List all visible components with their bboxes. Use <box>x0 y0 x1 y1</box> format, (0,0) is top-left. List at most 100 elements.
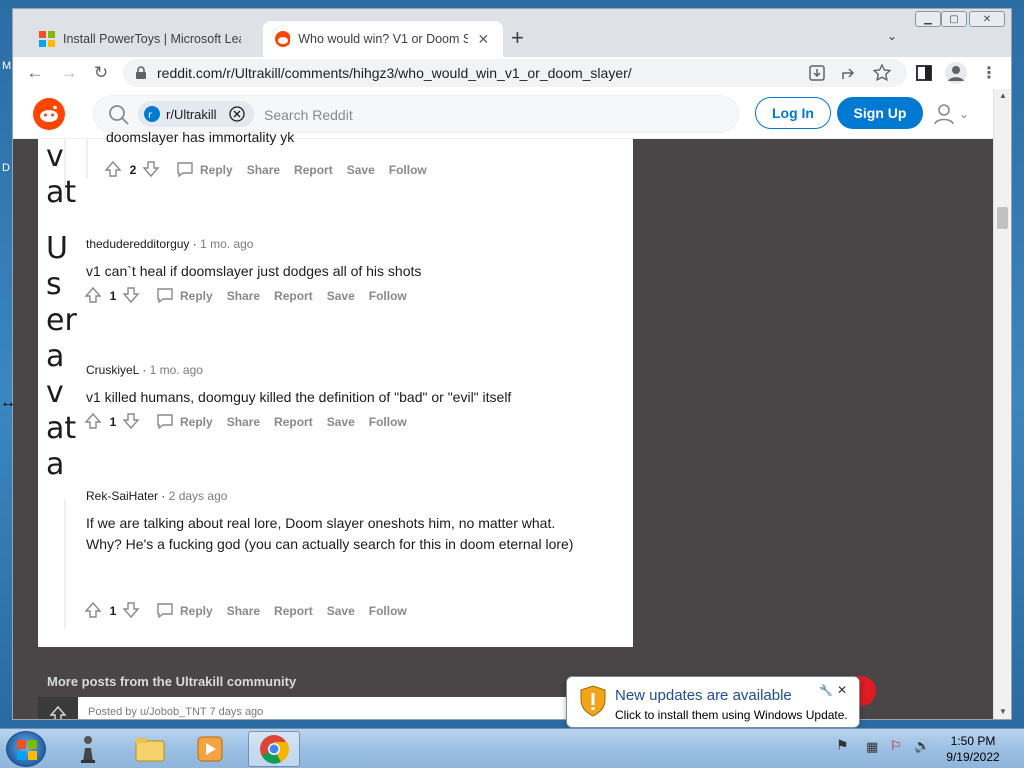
share-button[interactable]: Share <box>247 163 280 177</box>
report-button[interactable]: Report <box>274 415 313 429</box>
comment-meta: thedudereddit­orguy · 1 mo. ago <box>86 237 254 251</box>
save-button[interactable]: Save <box>327 415 355 429</box>
reply-icon[interactable] <box>156 412 176 432</box>
back-arrow-icon[interactable]: ← <box>23 61 47 85</box>
comment-age[interactable]: 1 mo. ago <box>200 237 253 251</box>
user-menu-button[interactable]: ⌄ <box>933 101 973 127</box>
log-in-button[interactable]: Log In <box>755 97 831 129</box>
reply-button[interactable]: Reply <box>180 289 213 303</box>
taskbar-chrome[interactable] <box>248 731 300 767</box>
clear-chip-icon[interactable] <box>228 106 245 122</box>
tab-search-chevron-icon[interactable]: ⌄ <box>887 29 897 43</box>
follow-button[interactable]: Follow <box>369 604 407 618</box>
broken-avatar-text: v <box>46 375 64 410</box>
upvote-icon[interactable] <box>49 705 67 720</box>
comment-line: v1 killed humans, doomguy killed the def… <box>86 389 512 405</box>
reddit-favicon-icon <box>275 31 291 47</box>
page-scrollbar[interactable]: ▲ ▼ <box>993 89 1011 719</box>
share-button[interactable]: Share <box>227 289 260 303</box>
taskbar-media-player[interactable] <box>184 731 236 767</box>
follow-button[interactable]: Follow <box>369 415 407 429</box>
options-wrench-icon[interactable]: 🔧 <box>819 684 833 697</box>
profile-avatar-icon[interactable] <box>945 62 967 84</box>
comment-author[interactable]: CruskiyeL <box>86 363 139 377</box>
comments-panel: v at U s er a v at a doomslayer has immo… <box>38 129 633 647</box>
update-notification[interactable]: New updates are available Click to insta… <box>566 676 860 728</box>
reload-icon[interactable]: ↻ <box>89 61 113 85</box>
bookmark-star-icon[interactable] <box>873 64 891 82</box>
close-tab-icon[interactable]: ✕ <box>476 31 491 47</box>
reddit-logo-icon[interactable] <box>33 98 65 130</box>
follow-button[interactable]: Follow <box>389 163 427 177</box>
system-clock[interactable]: 1:50 PM 9/19/2022 <box>940 733 1006 765</box>
clock-date: 9/19/2022 <box>946 750 1000 764</box>
broken-avatar-text: U <box>46 231 68 266</box>
reply-icon[interactable] <box>156 286 176 306</box>
vote-count: 2 <box>129 163 137 177</box>
subreddit-chip[interactable]: r r/Ultrakill <box>138 101 254 127</box>
reply-icon[interactable] <box>156 601 176 621</box>
reply-button[interactable]: Reply <box>200 163 233 177</box>
upvote-icon[interactable] <box>84 412 104 432</box>
network-tray-icon[interactable]: ▦ <box>866 739 878 755</box>
comment-body: v1 killed humans, doomguy killed the def… <box>86 387 586 408</box>
reply-icon[interactable] <box>176 160 196 180</box>
share-button[interactable]: Share <box>227 415 260 429</box>
desktop-icon-label: M <box>2 60 12 72</box>
forward-arrow-icon[interactable]: → <box>57 61 81 85</box>
report-button[interactable]: Report <box>274 604 313 618</box>
upvote-icon[interactable] <box>84 601 104 621</box>
upvote-icon[interactable] <box>104 160 124 180</box>
address-bar[interactable]: reddit.com/r/Ultrakill/comments/hihgz3/w… <box>123 59 907 87</box>
comment-actions: 2 Reply Share Report Save Follow <box>104 159 427 181</box>
share-icon[interactable] <box>841 65 857 81</box>
downvote-icon[interactable] <box>122 412 142 432</box>
reply-button[interactable]: Reply <box>180 415 213 429</box>
share-button[interactable]: Share <box>227 604 260 618</box>
volume-tray-icon[interactable]: 🔊 <box>914 738 930 754</box>
post-byline[interactable]: Posted by u/Jobob_TNT 7 days ago <box>88 706 263 718</box>
taskbar: ⚑ ▦ ⚐ 🔊 1:50 PM 9/19/2022 <box>0 728 1024 768</box>
comment-author[interactable]: Rek-SaiHater <box>86 489 158 503</box>
minimize-button[interactable]: ▁ <box>915 11 941 27</box>
comment-author[interactable]: thedudereddit­orguy <box>86 237 189 251</box>
comment-age[interactable]: 1 mo. ago <box>150 363 203 377</box>
sign-up-button[interactable]: Sign Up <box>837 97 923 129</box>
post-card[interactable]: Posted by u/Jobob_TNT 7 days ago <box>38 697 633 720</box>
reply-button[interactable]: Reply <box>180 604 213 618</box>
start-button[interactable] <box>6 731 46 767</box>
comment-line: Why? He's a fucking god (you can actuall… <box>86 536 574 552</box>
kebab-menu-icon[interactable]: ⋮ <box>981 63 997 83</box>
broken-avatar-text: at <box>46 411 77 446</box>
side-panel-icon[interactable] <box>916 65 932 81</box>
scroll-up-arrow-icon[interactable]: ▲ <box>999 91 1007 100</box>
close-window-button[interactable]: ✕ <box>969 11 1005 27</box>
taskbar-file-explorer[interactable] <box>124 731 176 767</box>
taskbar-chess-app[interactable] <box>62 731 114 767</box>
report-button[interactable]: Report <box>274 289 313 303</box>
new-tab-button[interactable]: + <box>511 25 524 51</box>
save-button[interactable]: Save <box>347 163 375 177</box>
downvote-icon[interactable] <box>122 601 142 621</box>
windows-update-tray-icon[interactable]: ⚑ <box>836 737 849 754</box>
save-button[interactable]: Save <box>327 289 355 303</box>
user-icon <box>934 104 954 125</box>
close-notification-icon[interactable]: ✕ <box>837 683 847 697</box>
scrollbar-thumb[interactable] <box>997 207 1008 229</box>
save-button[interactable]: Save <box>327 604 355 618</box>
scroll-down-arrow-icon[interactable]: ▼ <box>999 707 1007 716</box>
downvote-icon[interactable] <box>142 160 162 180</box>
tab-powertoys[interactable]: Install PowerToys | Microsoft Lear <box>27 21 267 57</box>
comment-age[interactable]: 2 days ago <box>169 489 228 503</box>
tab-reddit[interactable]: Who would win? V1 or Doom Slay ✕ <box>263 21 503 57</box>
broken-avatar-image: v at U s er a v at a <box>46 139 86 483</box>
more-posts-heading: More posts from the Ultrakill community <box>47 674 297 689</box>
maximize-button[interactable]: ▢ <box>941 11 967 27</box>
install-app-icon[interactable] <box>809 65 825 81</box>
action-center-tray-icon[interactable]: ⚐ <box>890 738 902 754</box>
report-button[interactable]: Report <box>294 163 333 177</box>
search-icon <box>109 105 129 125</box>
upvote-icon[interactable] <box>84 286 104 306</box>
follow-button[interactable]: Follow <box>369 289 407 303</box>
downvote-icon[interactable] <box>122 286 142 306</box>
